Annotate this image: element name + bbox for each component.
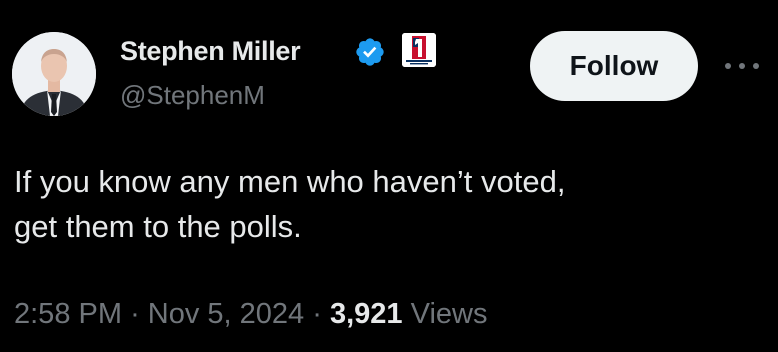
views-count: 3,921 [329, 298, 403, 330]
tweet-card: Stephen Miller @StephenM Follow If you k… [0, 0, 778, 352]
verified-badge-icon[interactable] [354, 36, 386, 68]
tweet-date[interactable]: Nov 5, 2024 [148, 298, 304, 330]
follow-button[interactable]: Follow [530, 31, 698, 101]
tweet-meta: 2:58 PM · Nov 5, 2024 · 3,921 Views [14, 298, 487, 331]
avatar[interactable] [12, 32, 96, 116]
views-label: Views [410, 298, 488, 330]
america-first-badge-icon[interactable] [402, 33, 436, 67]
tweet-text-line: If you know any men who haven’t voted, [14, 164, 566, 199]
display-name[interactable]: Stephen Miller [120, 36, 301, 67]
meta-separator: · [312, 298, 322, 330]
tweet-text-line: get them to the polls. [14, 209, 302, 244]
profile-photo-icon [12, 32, 96, 116]
username-handle[interactable]: @StephenM [120, 80, 265, 111]
more-options-icon[interactable] [720, 58, 764, 74]
tweet-text: If you know any men who haven’t voted, g… [14, 159, 754, 249]
tweet-time[interactable]: 2:58 PM [14, 298, 122, 330]
meta-separator: · [130, 298, 140, 330]
